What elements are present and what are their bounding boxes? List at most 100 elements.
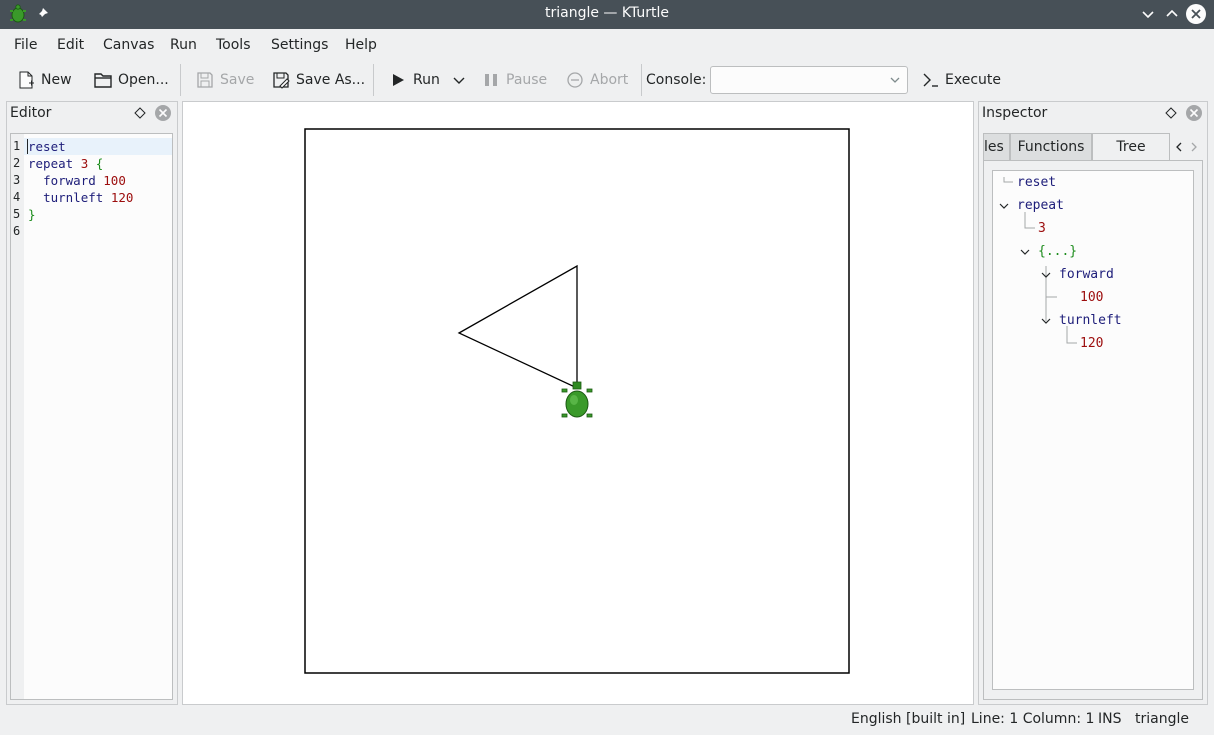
close-dock-icon[interactable] xyxy=(154,104,172,122)
menu-file[interactable]: File xyxy=(14,37,37,53)
maximize-icon[interactable] xyxy=(1164,6,1180,22)
new-document-icon xyxy=(19,71,34,89)
pause-icon xyxy=(485,74,497,86)
tree-node-turnleft[interactable]: turnleft xyxy=(1059,313,1122,328)
toolbar: New Open... Save Save As... Run Pause Ab… xyxy=(0,60,1214,100)
tree-node-forward[interactable]: forward xyxy=(1059,267,1114,282)
chevron-down-icon[interactable] xyxy=(1040,269,1052,281)
menu-canvas[interactable]: Canvas xyxy=(103,37,154,53)
close-dock-icon[interactable] xyxy=(1185,104,1203,122)
float-dock-icon[interactable] xyxy=(1165,107,1177,119)
chevron-down-icon xyxy=(453,77,465,84)
toolbar-separator xyxy=(373,64,374,96)
status-insert-mode: INS xyxy=(1098,711,1122,727)
canvas-panel[interactable] xyxy=(182,101,974,705)
toolbar-separator xyxy=(180,64,181,96)
close-icon xyxy=(1191,9,1201,19)
chevron-down-icon[interactable] xyxy=(889,74,901,86)
save-as-icon xyxy=(273,72,290,89)
pause-label: Pause xyxy=(506,72,548,88)
save-as-button[interactable]: Save As... xyxy=(272,66,365,94)
tree-node-turnleft-value[interactable]: 120 xyxy=(1080,336,1103,351)
status-language: English [built in] xyxy=(851,711,966,727)
code-token: 100 xyxy=(103,173,126,188)
chevron-down-icon[interactable] xyxy=(1019,246,1031,258)
code-token: } xyxy=(28,207,36,222)
run-speed-dropdown[interactable] xyxy=(452,66,472,94)
tree-view[interactable]: reset repeat 3 {...} forward 100 turnlef… xyxy=(992,170,1194,690)
tab-scroll-right-icon[interactable] xyxy=(1188,141,1200,153)
pause-button[interactable]: Pause xyxy=(482,66,547,94)
editor-title: Editor xyxy=(10,105,52,121)
tree-node-forward-value[interactable]: 100 xyxy=(1080,290,1103,305)
status-bar: English [built in] Line: 1 Column: 1 INS… xyxy=(0,705,1214,735)
menu-tools[interactable]: Tools xyxy=(216,37,251,53)
window-title: triangle — KTurtle xyxy=(544,5,670,21)
menu-help[interactable]: Help xyxy=(345,37,377,53)
execute-icon xyxy=(923,73,938,87)
code-token: forward xyxy=(43,173,96,188)
close-window-button[interactable] xyxy=(1186,4,1206,24)
line-number: 4 xyxy=(13,190,21,204)
open-button[interactable]: Open... xyxy=(94,66,169,94)
code-text: reset repeat 3 { forward 100 turnleft 120… xyxy=(28,138,133,240)
tab-tree[interactable]: Tree xyxy=(1092,133,1170,161)
play-icon xyxy=(393,74,404,86)
code-token: repeat xyxy=(28,156,74,171)
code-line: forward 100 xyxy=(28,172,133,189)
menu-edit[interactable]: Edit xyxy=(57,37,84,53)
code-token: turnleft xyxy=(43,190,104,205)
tree-node-repeat-count[interactable]: 3 xyxy=(1038,221,1046,236)
line-number: 6 xyxy=(13,224,21,238)
turtle-canvas[interactable] xyxy=(183,102,973,704)
code-token: reset xyxy=(28,139,66,154)
console-input[interactable] xyxy=(710,66,908,94)
save-as-label: Save As... xyxy=(296,72,366,88)
save-label: Save xyxy=(220,72,255,88)
chevron-down-icon[interactable] xyxy=(998,200,1010,212)
tree-node-repeat[interactable]: repeat xyxy=(1017,198,1064,213)
abort-button[interactable]: Abort xyxy=(566,66,628,94)
float-dock-icon[interactable] xyxy=(134,107,146,119)
open-label: Open... xyxy=(118,72,169,88)
line-number-gutter: 1 2 3 4 5 6 xyxy=(11,134,24,699)
console-label: Console: xyxy=(646,72,707,88)
tree-node-reset[interactable]: reset xyxy=(1017,175,1056,190)
abort-label: Abort xyxy=(590,72,629,88)
code-token: 120 xyxy=(110,190,134,205)
tree-node-block[interactable]: {...} xyxy=(1038,244,1077,259)
line-number: 2 xyxy=(13,156,21,170)
code-line: } xyxy=(28,206,133,223)
code-editor[interactable]: 1 2 3 4 5 6 reset repeat 3 { forward 100 … xyxy=(10,133,173,700)
inspector-title: Inspector xyxy=(982,105,1048,121)
title-bar: triangle — KTurtle xyxy=(0,0,1214,29)
code-token: { xyxy=(95,156,104,171)
line-number: 3 xyxy=(13,173,21,187)
tab-scroll-left-icon[interactable] xyxy=(1173,141,1185,153)
execute-button[interactable]: Execute xyxy=(921,66,1001,94)
chevron-down-icon[interactable] xyxy=(1040,315,1052,327)
line-number: 1 xyxy=(13,139,21,153)
menu-bar: File Edit Canvas Run Tools Settings Help xyxy=(0,29,1214,60)
minimize-icon[interactable] xyxy=(1140,6,1156,22)
status-filename: triangle xyxy=(1135,711,1189,727)
code-line: reset xyxy=(28,138,133,155)
folder-open-icon xyxy=(94,73,112,88)
line-number: 5 xyxy=(13,207,21,221)
code-line: turnleft 120 xyxy=(28,189,133,206)
new-button[interactable]: New xyxy=(17,66,72,94)
tab-functions[interactable]: Functions xyxy=(1010,133,1092,161)
save-icon xyxy=(197,72,213,88)
tab-variables[interactable]: les xyxy=(983,133,1010,161)
menu-settings[interactable]: Settings xyxy=(271,37,328,53)
toolbar-separator xyxy=(641,64,642,96)
menu-run[interactable]: Run xyxy=(170,37,197,53)
save-button[interactable]: Save xyxy=(196,66,254,94)
run-button[interactable]: Run xyxy=(389,66,440,94)
